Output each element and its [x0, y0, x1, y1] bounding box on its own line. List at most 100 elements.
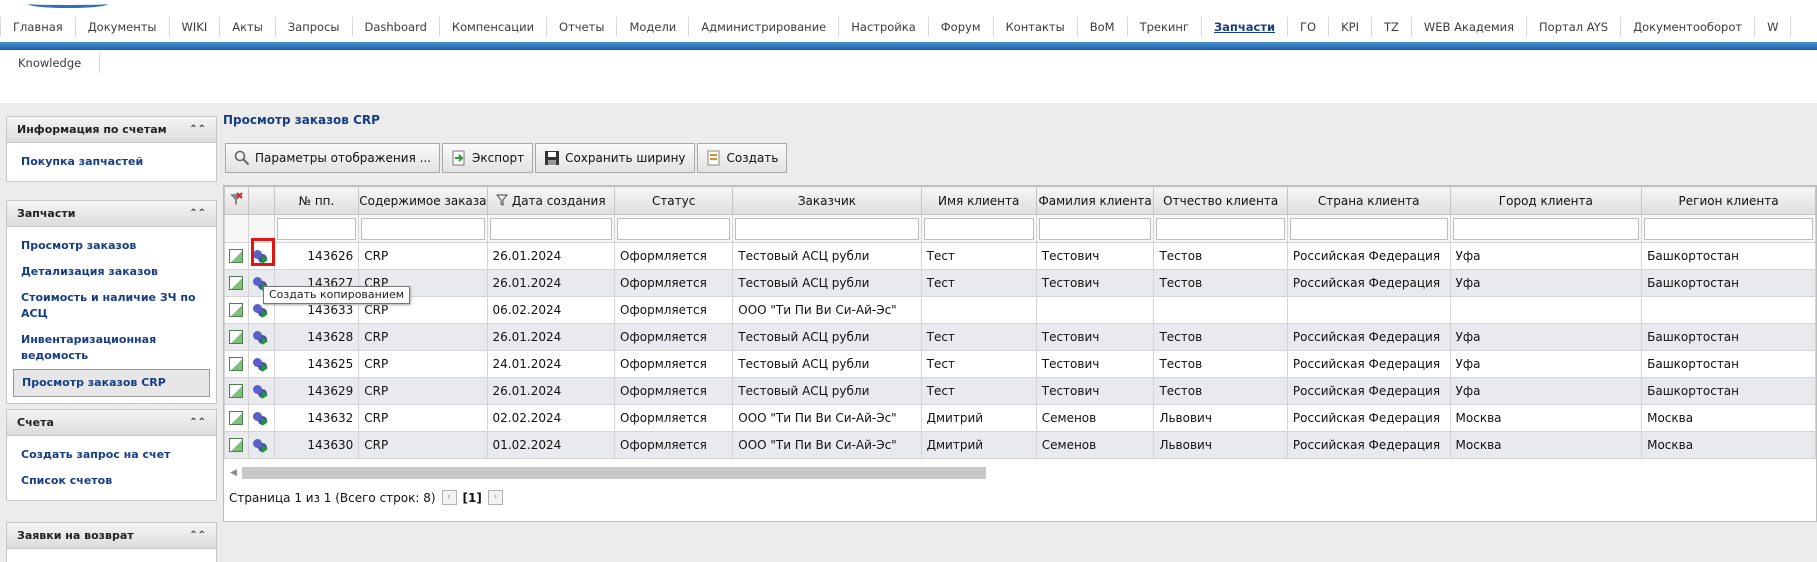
edit-icon[interactable] — [229, 411, 243, 426]
column-filter-input[interactable] — [1452, 217, 1640, 240]
panel-header[interactable]: Счета ⌃⌃ — [7, 410, 216, 436]
copy-cell[interactable] — [247, 377, 275, 405]
nav-item[interactable]: Форум — [929, 17, 994, 37]
column-filter-input[interactable] — [1289, 217, 1448, 240]
sidebar-item-view-crp-orders[interactable]: Просмотр заказов CRP — [13, 369, 210, 397]
panel-header[interactable]: Заявки на возврат ⌃⌃ — [7, 523, 216, 549]
prev-page-button[interactable]: ‹ — [441, 490, 457, 505]
copy-create-icon[interactable] — [252, 437, 268, 453]
column-header-patronymic[interactable]: Отчество клиента — [1153, 186, 1288, 215]
edit-cell[interactable] — [224, 296, 249, 324]
nav-item[interactable]: Модели — [617, 17, 690, 37]
nav-item[interactable]: WEB Академия — [1412, 17, 1528, 37]
nav-item[interactable]: Настройка — [839, 17, 929, 37]
nav-item[interactable]: Запчасти — [1202, 17, 1289, 37]
save-width-button[interactable]: Сохранить ширину — [535, 143, 695, 173]
edit-cell[interactable] — [224, 377, 249, 405]
sidebar-item-buy-parts[interactable]: Покупка запчастей — [13, 149, 210, 175]
collapse-icon[interactable]: ⌃⌃ — [189, 410, 206, 436]
edit-icon[interactable] — [229, 357, 243, 372]
table-row[interactable]: 143625 CRP 24.01.2024 Оформляется Тестовый А… — [224, 350, 1816, 378]
edit-cell[interactable] — [224, 431, 249, 459]
column-header-status[interactable]: Статус — [614, 186, 734, 215]
table-row[interactable]: 143627 CRP 26.01.2024 Оформляется Тестовый А… — [224, 269, 1816, 297]
nav-item[interactable]: KPI — [1329, 17, 1372, 37]
collapse-icon[interactable]: ⌃⌃ — [189, 523, 206, 549]
sidebar-item-parts-cost[interactable]: Стоимость и наличие ЗЧ по АСЦ — [13, 285, 210, 327]
scroll-left-icon[interactable]: ◀ — [230, 468, 237, 478]
column-header-last-name[interactable]: Фамилия клиента — [1035, 186, 1155, 215]
nav-item[interactable]: WIKI — [170, 17, 221, 37]
nav-item[interactable]: Портал AYS — [1527, 17, 1622, 37]
edit-cell[interactable] — [224, 404, 249, 432]
copy-create-icon[interactable] — [252, 410, 268, 426]
table-row[interactable]: 143633 CRP 06.02.2024 Оформляется ООО "Ти Пи… — [224, 296, 1816, 324]
column-header-customer[interactable]: Заказчик — [732, 186, 922, 215]
nav-item[interactable]: Компенсации — [440, 17, 548, 37]
column-header-city[interactable]: Город клиента — [1449, 186, 1643, 215]
clear-filter-icon[interactable] — [229, 192, 244, 206]
panel-header[interactable]: Запчасти ⌃⌃ — [7, 201, 216, 227]
column-header-number[interactable]: № пп. — [273, 186, 360, 215]
column-filter-input[interactable] — [489, 217, 613, 240]
sidebar-item-order-details[interactable]: Детализация заказов — [13, 259, 210, 285]
export-button[interactable]: Экспорт — [442, 143, 534, 173]
sidebar-item-view-orders[interactable]: Просмотр заказов — [13, 233, 210, 259]
copy-create-icon[interactable] — [252, 329, 268, 345]
edit-icon[interactable] — [229, 384, 243, 399]
nav-item[interactable]: Трекинг — [1128, 17, 1202, 37]
nav-item[interactable]: Dashboard — [353, 17, 440, 37]
column-filter-input[interactable] — [923, 217, 1034, 240]
table-row[interactable]: 143628 CRP 26.01.2024 Оформляется Тестовый А… — [224, 323, 1816, 351]
sidebar-item-invoice-list[interactable]: Список счетов — [13, 468, 210, 494]
column-filter-input[interactable] — [1156, 217, 1285, 240]
collapse-icon[interactable]: ⌃⌃ — [189, 201, 206, 227]
column-header-country[interactable]: Страна клиента — [1286, 186, 1451, 215]
edit-icon[interactable] — [229, 330, 243, 345]
edit-cell[interactable] — [224, 269, 249, 297]
nav-item[interactable]: Отчеты — [547, 17, 618, 37]
nav-item[interactable]: TZ — [1372, 17, 1412, 37]
edit-icon[interactable] — [229, 438, 243, 453]
display-params-button[interactable]: Параметры отображения ... — [225, 143, 441, 173]
nav-item[interactable]: Knowledge — [0, 53, 101, 73]
nav-item[interactable]: Администрирование — [689, 17, 840, 37]
column-filter-input[interactable] — [1644, 217, 1813, 240]
edit-icon[interactable] — [229, 276, 243, 291]
column-filter-input[interactable] — [1038, 217, 1152, 240]
copy-cell[interactable] — [247, 404, 275, 432]
horizontal-scrollbar[interactable]: ◀ — [230, 467, 986, 479]
column-header-first-name[interactable]: Имя клиента — [920, 186, 1037, 215]
nav-item[interactable]: Запросы — [276, 17, 353, 37]
copy-cell[interactable] — [247, 323, 275, 351]
edit-icon[interactable] — [229, 303, 243, 318]
create-button[interactable]: Создать — [696, 143, 788, 173]
copy-create-icon[interactable] — [252, 383, 268, 399]
clear-filter-header[interactable] — [224, 186, 249, 215]
edit-cell[interactable] — [224, 242, 249, 270]
table-row[interactable]: 143629 CRP 26.01.2024 Оформляется Тестовый А… — [224, 377, 1816, 405]
copy-create-icon[interactable] — [252, 302, 268, 318]
table-row[interactable]: 143630 CRP 01.02.2024 Оформляется ООО "Ти Пи… — [224, 431, 1816, 459]
column-filter-input[interactable] — [276, 217, 357, 240]
column-header-content[interactable]: Содержимое заказа — [358, 186, 488, 215]
next-page-button[interactable]: › — [487, 490, 503, 505]
sidebar-item-inventory[interactable]: Инвентаризационная ведомость — [13, 327, 210, 369]
scrollbar-thumb[interactable] — [242, 467, 986, 479]
edit-cell[interactable] — [224, 323, 249, 351]
column-header-region[interactable]: Регион клиента — [1641, 186, 1816, 215]
current-page[interactable]: [1] — [463, 491, 482, 505]
copy-create-icon[interactable] — [252, 356, 268, 372]
nav-item[interactable]: Документооборот — [1621, 17, 1756, 37]
table-row[interactable]: 143632 CRP 02.02.2024 Оформляется ООО "Ти Пи… — [224, 404, 1816, 432]
sidebar-item-create-invoice-request[interactable]: Создать запрос на счет — [13, 442, 210, 468]
nav-item[interactable]: Акты — [220, 17, 276, 37]
nav-item[interactable]: BoM — [1078, 17, 1128, 37]
column-filter-input[interactable] — [735, 217, 919, 240]
copy-cell[interactable] — [247, 431, 275, 459]
collapse-icon[interactable]: ⌃⌃ — [189, 117, 206, 143]
nav-item[interactable]: Главная — [0, 17, 76, 37]
nav-item[interactable]: Контакты — [994, 17, 1078, 37]
column-filter-input[interactable] — [617, 217, 731, 240]
nav-item[interactable]: W — [1755, 17, 1792, 37]
